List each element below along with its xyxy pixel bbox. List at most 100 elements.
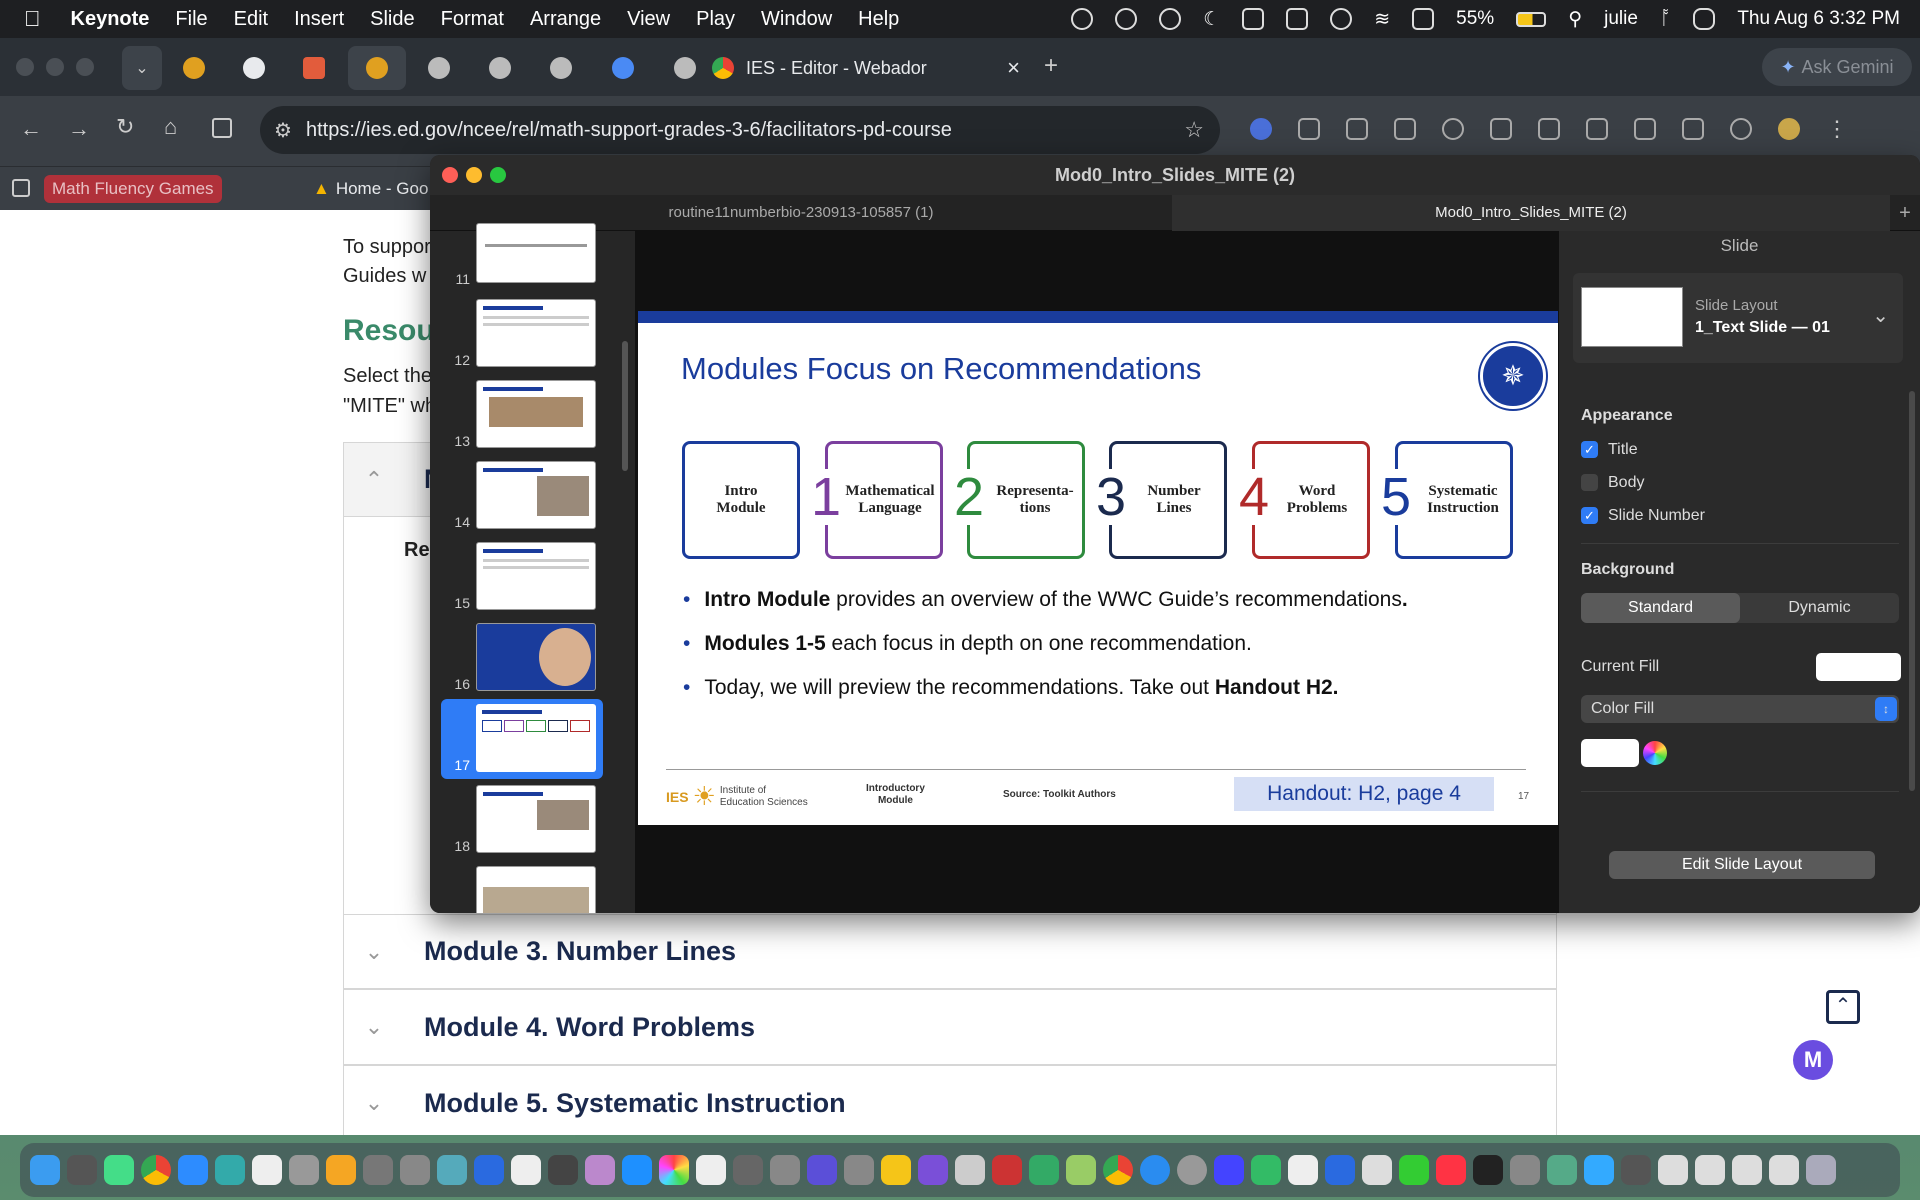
notes-icon[interactable] — [252, 1155, 282, 1185]
avatar[interactable] — [1778, 118, 1800, 140]
tab-search-button[interactable]: ⌄ — [122, 46, 162, 90]
standard-segment[interactable]: Standard — [1581, 593, 1740, 623]
site-info-icon[interactable]: ⚙ — [274, 118, 292, 143]
menu-view[interactable]: View — [627, 8, 670, 31]
app-icon[interactable] — [955, 1155, 985, 1185]
app-icon[interactable] — [437, 1155, 467, 1185]
bookmark-math-fluency[interactable]: Math Fluency Games — [44, 175, 222, 203]
accessibility-icon[interactable] — [1115, 8, 1138, 30]
scroll-to-top-button[interactable]: ⌃ — [1826, 990, 1860, 1024]
chrome-icon[interactable] — [1103, 1155, 1133, 1185]
slide-number-checkbox-row[interactable]: ✓ Slide Number — [1581, 507, 1705, 525]
user-name[interactable]: julie — [1604, 8, 1638, 30]
app-icon[interactable] — [289, 1155, 319, 1185]
clock[interactable]: Thu Aug 6 3:32 PM — [1737, 8, 1900, 30]
table-icon[interactable] — [1634, 118, 1656, 140]
bookmark-folder-icon[interactable] — [12, 179, 30, 197]
app-icon[interactable] — [400, 1155, 430, 1185]
settings-icon[interactable] — [1177, 1155, 1207, 1185]
slide-thumb-13[interactable] — [476, 380, 596, 448]
extension-icon[interactable] — [1250, 118, 1272, 140]
reader-icon[interactable] — [1682, 118, 1704, 140]
kn-zoom-button[interactable] — [490, 167, 506, 183]
zoom-window-button[interactable] — [76, 58, 94, 76]
finder-icon[interactable] — [30, 1155, 60, 1185]
slide-thumb-11[interactable] — [476, 223, 596, 283]
apple-icon[interactable]:  — [24, 6, 41, 32]
tab-8[interactable] — [594, 46, 652, 90]
tab-9[interactable] — [656, 46, 714, 90]
handout-label[interactable]: Handout: H2, page 4 — [1234, 777, 1494, 811]
forward-icon[interactable]: → — [68, 116, 90, 142]
app-icon[interactable] — [1547, 1155, 1577, 1185]
battery-icon[interactable] — [1516, 11, 1547, 27]
download-icon[interactable] — [1538, 118, 1560, 140]
bluetooth-icon[interactable]: ᚩ — [1660, 8, 1671, 30]
more-icon[interactable]: ⋮ — [1826, 118, 1848, 140]
slide-thumb-19[interactable] — [476, 866, 596, 913]
bullet-2[interactable]: • Modules 1-5 each focus in depth on one … — [683, 632, 1252, 656]
search-icon[interactable]: ⚲ — [1568, 8, 1582, 31]
title-checkbox[interactable]: ✓ — [1581, 441, 1598, 459]
bookmark-star-icon[interactable] — [1346, 118, 1368, 140]
help-icon[interactable] — [844, 1155, 874, 1185]
photos-icon[interactable] — [659, 1155, 689, 1185]
split-view-icon[interactable] — [212, 118, 232, 138]
ask-gemini-button[interactable]: ✦ Ask Gemini — [1762, 48, 1912, 86]
app-icon[interactable] — [1621, 1155, 1651, 1185]
app-icon[interactable] — [1510, 1155, 1540, 1185]
messages-icon[interactable] — [1399, 1155, 1429, 1185]
app-icon[interactable] — [881, 1155, 911, 1185]
menu-window[interactable]: Window — [761, 8, 832, 31]
home-icon[interactable]: ⌂ — [164, 114, 177, 140]
menu-arrange[interactable]: Arrange — [530, 8, 601, 31]
kn-minimize-button[interactable] — [466, 167, 482, 183]
body-checkbox-row[interactable]: Body — [1581, 474, 1644, 492]
app-icon[interactable] — [1251, 1155, 1281, 1185]
app-icon[interactable] — [992, 1155, 1022, 1185]
app-icon[interactable] — [1584, 1155, 1614, 1185]
dynamic-segment[interactable]: Dynamic — [1740, 593, 1899, 623]
slide-thumb-14[interactable] — [476, 461, 596, 529]
tab-6[interactable] — [471, 46, 529, 90]
play-icon[interactable] — [1330, 8, 1353, 30]
inspector-scrollbar[interactable] — [1909, 391, 1915, 791]
app-icon[interactable] — [1362, 1155, 1392, 1185]
app-icon[interactable] — [807, 1155, 837, 1185]
inspector-header[interactable]: Slide — [1559, 231, 1920, 261]
app-icon[interactable] — [1288, 1155, 1318, 1185]
slide-number-checkbox[interactable]: ✓ — [1581, 507, 1598, 525]
tab-4[interactable] — [348, 46, 406, 90]
app-icon[interactable] — [363, 1155, 393, 1185]
navigator-scrollbar[interactable] — [622, 341, 628, 471]
accordion-module-5[interactable]: ⌄ Module 5. Systematic Instruction — [343, 1065, 1557, 1135]
slide[interactable]: Modules Focus on Recommendations ✵ Intro… — [638, 311, 1558, 825]
recommendation-box-5[interactable]: Systematic Instruction — [1395, 441, 1513, 559]
font-icon[interactable] — [326, 1155, 356, 1185]
menu-edit[interactable]: Edit — [234, 8, 268, 31]
active-tab[interactable]: IES - Editor - Webador × — [712, 46, 1030, 90]
keyboard-icon[interactable] — [1412, 8, 1435, 30]
app-icon[interactable] — [1769, 1155, 1799, 1185]
assistant-m-icon[interactable]: M — [1793, 1040, 1833, 1080]
app-icon[interactable] — [585, 1155, 615, 1185]
recommendation-box-1[interactable]: Mathematical Language — [825, 441, 943, 559]
app-icon[interactable] — [104, 1155, 134, 1185]
slide-thumb-18[interactable] — [476, 785, 596, 853]
link-icon[interactable] — [1490, 118, 1512, 140]
bluetooth-icon[interactable] — [1325, 1155, 1355, 1185]
app-icon[interactable] — [1732, 1155, 1762, 1185]
clock-icon[interactable] — [215, 1155, 245, 1185]
accordion-module-4[interactable]: ⌄ Module 4. Word Problems — [343, 989, 1557, 1065]
menu-file[interactable]: File — [175, 8, 207, 31]
bookmark-home[interactable]: ▲ Home - Goo — [305, 175, 436, 203]
recommendation-box-2[interactable]: Representa- tions — [967, 441, 1085, 559]
recommendation-box-4[interactable]: Word Problems — [1252, 441, 1370, 559]
recommendation-box-intro[interactable]: Intro Module — [682, 441, 800, 559]
help-icon[interactable] — [770, 1155, 800, 1185]
slide-thumb-16[interactable] — [476, 623, 596, 691]
slide-thumb-12[interactable] — [476, 299, 596, 367]
music-icon[interactable] — [1436, 1155, 1466, 1185]
menu-slide[interactable]: Slide — [370, 8, 414, 31]
url-bar[interactable]: ⚙ https://ies.ed.gov/ncee/rel/math-suppo… — [260, 106, 1220, 154]
